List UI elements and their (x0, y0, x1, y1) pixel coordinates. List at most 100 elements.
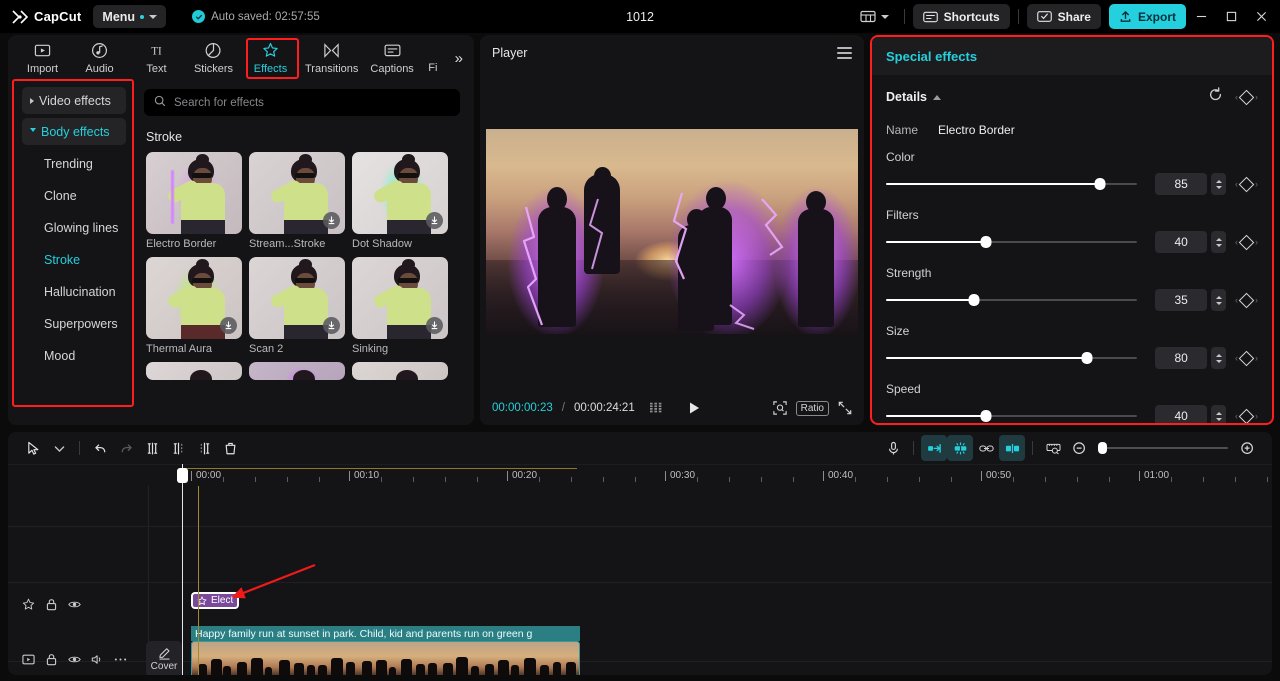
category-clone[interactable]: Clone (36, 181, 140, 210)
keyframe-diamond-icon[interactable] (1238, 89, 1255, 105)
eye-icon[interactable] (68, 653, 81, 671)
close-button[interactable] (1246, 0, 1276, 33)
zoom-in-icon[interactable] (1234, 435, 1260, 461)
slider-value[interactable]: 40 (1155, 231, 1208, 253)
download-icon[interactable] (323, 212, 340, 229)
search-field[interactable] (174, 96, 450, 109)
tab-import[interactable]: Import (14, 37, 71, 79)
magic-adjust-icon[interactable] (947, 435, 973, 461)
slider-knob[interactable] (1081, 352, 1093, 364)
category-superpowers[interactable]: Superpowers (36, 309, 140, 338)
effect-thumbnail[interactable] (249, 152, 345, 234)
effect-card-dot-shadow[interactable]: Dot Shadow (352, 152, 448, 250)
download-icon[interactable] (220, 317, 237, 334)
effect-thumbnail[interactable] (352, 362, 448, 380)
effect-card-row3-a[interactable] (146, 362, 242, 380)
keyframe-diamond-icon[interactable] (1238, 292, 1255, 308)
stepper[interactable] (1211, 289, 1226, 311)
slider-track[interactable] (886, 294, 1138, 306)
keyframe-diamond-icon[interactable] (1238, 350, 1255, 366)
search-input[interactable] (144, 89, 460, 116)
ratio-button[interactable]: Ratio (795, 400, 829, 416)
category-stroke[interactable]: Stroke (36, 245, 140, 274)
layout-button[interactable] (853, 6, 896, 27)
maximize-button[interactable] (1216, 0, 1246, 33)
split-icon[interactable] (139, 435, 165, 461)
effect-card-thermal-aura[interactable]: Thermal Aura (146, 257, 242, 355)
keyframe-control[interactable]: ‹ › (1235, 234, 1258, 250)
effect-card-electro-border[interactable]: Electro Border (146, 152, 242, 250)
slider-track[interactable] (886, 178, 1138, 190)
playhead[interactable] (182, 464, 183, 675)
effect-card-stream-stroke[interactable]: Stream...Stroke (249, 152, 345, 250)
link-icon[interactable] (973, 435, 999, 461)
video-clip[interactable] (191, 641, 580, 675)
slider-value[interactable]: 40 (1155, 405, 1208, 423)
frames-icon[interactable] (649, 401, 664, 415)
preview-icon[interactable] (1040, 435, 1066, 461)
slider-value[interactable]: 35 (1155, 289, 1208, 311)
keyframe-diamond-icon[interactable] (1238, 234, 1255, 250)
stepper[interactable] (1211, 405, 1226, 423)
cover-button[interactable]: Cover (146, 641, 182, 675)
stepper[interactable] (1211, 173, 1226, 195)
lock-icon[interactable] (45, 653, 58, 671)
tab-text[interactable]: TI Text (128, 37, 185, 79)
slider-track[interactable] (886, 352, 1138, 364)
chevron-up-icon[interactable] (933, 94, 941, 100)
trash-icon[interactable] (217, 435, 243, 461)
chevron-down-icon[interactable] (46, 435, 72, 461)
cursor-icon[interactable] (20, 435, 46, 461)
slider-knob[interactable] (980, 410, 992, 422)
download-icon[interactable] (426, 317, 443, 334)
effect-thumbnail[interactable] (352, 257, 448, 339)
trim-right-icon[interactable] (191, 435, 217, 461)
mirror-icon[interactable] (999, 435, 1025, 461)
zoom-slider-knob[interactable] (1098, 442, 1107, 454)
undo-icon[interactable] (87, 435, 113, 461)
zoom-fit-icon[interactable] (772, 401, 787, 415)
tab-transitions[interactable]: Transitions (299, 37, 364, 79)
effect-thumbnail[interactable] (249, 257, 345, 339)
category-mood[interactable]: Mood (36, 341, 140, 370)
category-video-effects[interactable]: Video effects (22, 87, 126, 114)
category-body-effects[interactable]: Body effects (22, 118, 126, 145)
timeline-ruler[interactable]: 00:00 00:10 00:20 00:30 00:40 00:50 01:0… (8, 464, 1272, 486)
effect-thumbnail[interactable] (146, 257, 242, 339)
zoom-slider[interactable] (1098, 442, 1228, 454)
stepper[interactable] (1211, 347, 1226, 369)
category-glowing-lines[interactable]: Glowing lines (36, 213, 140, 242)
slider-knob[interactable] (1094, 178, 1106, 190)
zoom-out-icon[interactable] (1066, 435, 1092, 461)
effect-card-row3-b[interactable] (249, 362, 345, 380)
tab-audio[interactable]: Audio (71, 37, 128, 79)
slider-track[interactable] (886, 236, 1138, 248)
effect-thumbnail[interactable] (352, 152, 448, 234)
trim-left-icon[interactable] (165, 435, 191, 461)
effect-card-row3-c[interactable] (352, 362, 448, 380)
menu-button[interactable]: Menu (93, 5, 167, 28)
slider-value[interactable]: 85 (1155, 173, 1208, 195)
tab-stickers[interactable]: Stickers (185, 37, 242, 79)
lock-icon[interactable] (45, 598, 58, 616)
playhead-handle[interactable] (177, 468, 188, 483)
effect-thumbnail[interactable] (146, 362, 242, 380)
more-icon[interactable] (114, 653, 127, 671)
video-icon[interactable] (22, 653, 35, 671)
speaker-icon[interactable] (91, 653, 104, 671)
redo-icon[interactable] (113, 435, 139, 461)
shortcuts-button[interactable]: Shortcuts (912, 4, 1010, 29)
slider-knob[interactable] (980, 236, 992, 248)
keyframe-diamond-icon[interactable] (1238, 176, 1255, 192)
category-hallucination[interactable]: Hallucination (36, 277, 140, 306)
snap-icon[interactable] (921, 435, 947, 461)
play-icon[interactable] (687, 401, 701, 415)
tab-filters[interactable]: Fi (420, 37, 446, 79)
effect-card-scan-2[interactable]: Scan 2 (249, 257, 345, 355)
export-button[interactable]: Export (1108, 4, 1186, 29)
keyframe-control[interactable]: ‹ › (1235, 89, 1258, 105)
tab-effects[interactable]: Effects (242, 37, 299, 79)
slider-track[interactable] (886, 410, 1138, 422)
slider-value[interactable]: 80 (1155, 347, 1208, 369)
video-clip-caption[interactable]: Happy family run at sunset in park. Chil… (191, 626, 580, 641)
